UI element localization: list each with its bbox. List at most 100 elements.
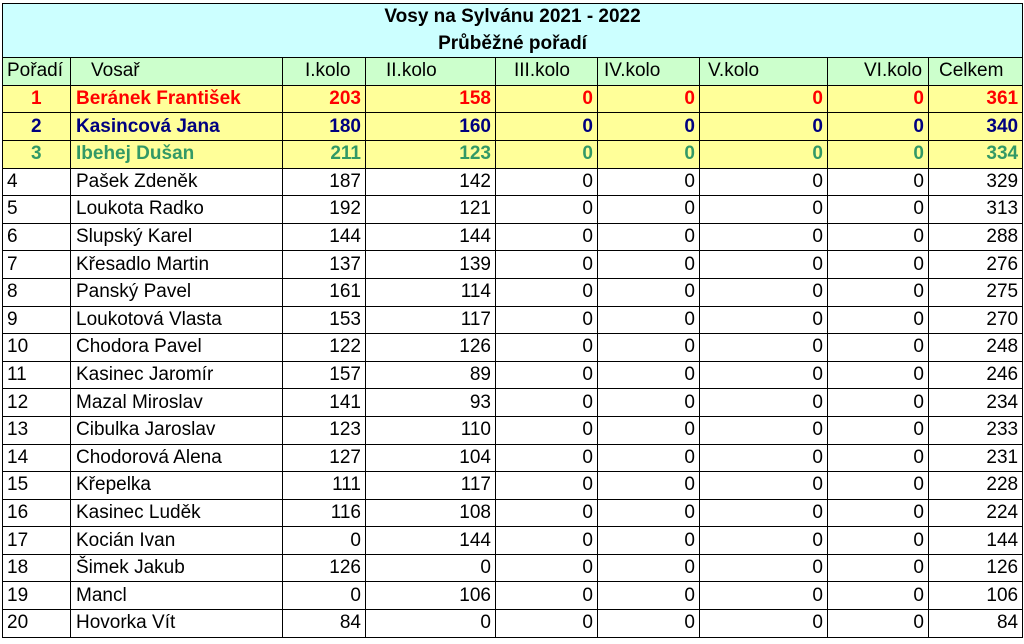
round-1-cell: 153 [282, 305, 366, 335]
round-2-cell: 0 [365, 553, 496, 583]
round-2-cell: 158 [365, 84, 496, 114]
round-4-cell: 0 [597, 581, 700, 611]
sheet-title: Vosy na Sylvánu 2021 - 2022 [1, 2, 1024, 31]
round-6-cell: 0 [827, 553, 929, 583]
total-cell: 361 [927, 84, 1024, 114]
round-2-cell: 117 [365, 471, 496, 500]
header-round-5: V.kolo [699, 57, 828, 86]
rank-cell: 13 [2, 415, 71, 445]
round-1-cell: 192 [282, 195, 366, 224]
round-2-cell: 144 [365, 526, 496, 555]
name-cell: Hovorka Vít [70, 609, 283, 638]
total-cell: 288 [927, 222, 1024, 252]
round-3-cell: 0 [495, 112, 598, 141]
round-1-cell: 0 [282, 526, 366, 555]
rank-cell: 17 [2, 526, 71, 555]
name-cell: Chodorová Alena [70, 443, 283, 473]
round-5-cell: 0 [699, 305, 828, 335]
round-3-cell: 0 [495, 415, 598, 445]
round-1-cell: 126 [282, 553, 366, 583]
table-row: 8 Panský Pavel 161 114 0 0 0 0 275 [2, 277, 1024, 307]
round-5-cell: 0 [699, 250, 828, 279]
header-row: Pořadí Vosař I.kolo II.kolo III.kolo IV.… [2, 57, 1024, 86]
total-cell: 270 [927, 305, 1024, 335]
round-3-cell: 0 [495, 250, 598, 279]
round-5-cell: 0 [699, 195, 828, 224]
round-4-cell: 0 [597, 609, 700, 638]
name-cell: Loukotová Vlasta [70, 305, 283, 335]
round-2-cell: 114 [365, 277, 496, 307]
table-row: 9 Loukotová Vlasta 153 117 0 0 0 0 270 [2, 305, 1024, 335]
round-2-cell: 123 [365, 139, 496, 169]
round-6-cell: 0 [827, 277, 929, 307]
round-5-cell: 0 [699, 553, 828, 583]
table-row: 5 Loukota Radko 192 121 0 0 0 0 313 [2, 195, 1024, 224]
round-2-cell: 106 [365, 581, 496, 611]
round-4-cell: 0 [597, 443, 700, 473]
round-2-cell: 139 [365, 250, 496, 279]
round-3-cell: 0 [495, 195, 598, 224]
round-5-cell: 0 [699, 139, 828, 169]
round-4-cell: 0 [597, 139, 700, 169]
table-row: 10 Chodora Pavel 122 126 0 0 0 0 248 [2, 333, 1024, 362]
standings-table: Vosy na Sylvánu 2021 - 2022 Průběžné poř… [1, 2, 1024, 638]
round-1-cell: 211 [282, 139, 366, 169]
round-6-cell: 0 [827, 443, 929, 473]
name-cell: Kasinec Jaromír [70, 360, 283, 390]
total-cell: 233 [927, 415, 1024, 445]
round-5-cell: 0 [699, 415, 828, 445]
rank-cell: 10 [2, 333, 71, 362]
round-5-cell: 0 [699, 443, 828, 473]
round-6-cell: 0 [827, 609, 929, 638]
round-3-cell: 0 [495, 471, 598, 500]
round-5-cell: 0 [699, 581, 828, 611]
name-cell: Slupský Karel [70, 222, 283, 252]
header-round-6: VI.kolo [827, 57, 929, 86]
name-cell: Šimek Jakub [70, 553, 283, 583]
table-row: 4 Pašek Zdeněk 187 142 0 0 0 0 329 [2, 167, 1024, 197]
round-5-cell: 0 [699, 471, 828, 500]
round-2-cell: 160 [365, 112, 496, 141]
round-4-cell: 0 [597, 471, 700, 500]
title-row: Vosy na Sylvánu 2021 - 2022 [1, 2, 1024, 31]
round-1-cell: 157 [282, 360, 366, 390]
total-cell: 246 [927, 360, 1024, 390]
round-2-cell: 126 [365, 333, 496, 362]
total-cell: 313 [927, 195, 1024, 224]
table-row: 19 Mancl 0 106 0 0 0 0 106 [2, 581, 1024, 611]
sheet-subtitle: Průběžné pořadí [1, 30, 1024, 59]
total-cell: 84 [927, 609, 1024, 638]
round-5-cell: 0 [699, 277, 828, 307]
rank-cell: 19 [2, 581, 71, 611]
round-6-cell: 0 [827, 250, 929, 279]
round-6-cell: 0 [827, 526, 929, 555]
header-total: Celkem [927, 57, 1024, 86]
rank-cell: 6 [2, 222, 71, 252]
round-1-cell: 203 [282, 84, 366, 114]
round-4-cell: 0 [597, 112, 700, 141]
round-5-cell: 0 [699, 222, 828, 252]
total-cell: 340 [927, 112, 1024, 141]
total-cell: 228 [927, 471, 1024, 500]
rank-cell: 11 [2, 360, 71, 390]
round-2-cell: 117 [365, 305, 496, 335]
name-cell: Kocián Ivan [70, 526, 283, 555]
total-cell: 126 [927, 553, 1024, 583]
round-1-cell: 180 [282, 112, 366, 141]
round-4-cell: 0 [597, 388, 700, 417]
table-row: 14 Chodorová Alena 127 104 0 0 0 0 231 [2, 443, 1024, 473]
rank-cell: 12 [2, 388, 71, 417]
round-5-cell: 0 [699, 526, 828, 555]
name-cell: Mazal Miroslav [70, 388, 283, 417]
subtitle-row: Průběžné pořadí [1, 30, 1024, 59]
round-6-cell: 0 [827, 112, 929, 141]
round-4-cell: 0 [597, 250, 700, 279]
total-cell: 329 [927, 167, 1024, 197]
round-2-cell: 89 [365, 360, 496, 390]
rank-cell: 2 [2, 112, 71, 141]
round-3-cell: 0 [495, 443, 598, 473]
name-cell: Kasincová Jana [70, 112, 283, 141]
round-3-cell: 0 [495, 333, 598, 362]
header-round-2: II.kolo [365, 57, 496, 86]
table-row: 15 Křepelka 111 117 0 0 0 0 228 [2, 471, 1024, 500]
